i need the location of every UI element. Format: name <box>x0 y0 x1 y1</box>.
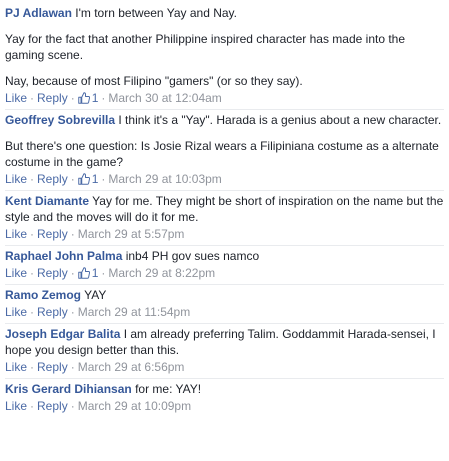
like-count: 1 <box>91 266 99 280</box>
thumbs-up-icon <box>77 173 90 185</box>
separator: · <box>70 91 75 105</box>
comment-timestamp[interactable]: March 29 at 8:22pm <box>108 266 215 280</box>
reply-button[interactable]: Reply <box>37 266 68 280</box>
comment-timestamp[interactable]: March 29 at 10:03pm <box>108 172 221 186</box>
like-count: 1 <box>91 91 99 105</box>
comment-timestamp[interactable]: March 29 at 10:09pm <box>78 399 191 413</box>
comment-timestamp[interactable]: March 29 at 5:57pm <box>78 227 185 241</box>
comment-author[interactable]: Kris Gerard Dihiansan <box>5 382 132 396</box>
comment: Ramo Zemog YAY Like · Reply · March 29 at 11… <box>5 285 444 324</box>
comment: Kris Gerard Dihiansan for me: YAY! Like ·… <box>5 379 444 417</box>
reply-button[interactable]: Reply <box>37 399 68 413</box>
like-count-link[interactable]: 1 <box>77 91 99 105</box>
comment-author[interactable]: Geoffrey Sobrevilla <box>5 113 115 127</box>
comment-text: Yay for the fact that another Philippine… <box>5 32 406 62</box>
like-count-link[interactable]: 1 <box>77 172 99 186</box>
comment-body: Ramo Zemog YAY <box>5 287 444 303</box>
comment-author[interactable]: PJ Adlawan <box>5 6 72 20</box>
comment-author[interactable]: Joseph Edgar Balita <box>5 327 120 341</box>
thumbs-up-icon <box>77 267 90 279</box>
like-button[interactable]: Like <box>5 227 27 241</box>
reply-button[interactable]: Reply <box>37 360 68 374</box>
comment: Kent Diamante Yay for me. They might be … <box>5 191 444 246</box>
like-button[interactable]: Like <box>5 266 27 280</box>
like-count-link[interactable]: 1 <box>77 266 99 280</box>
like-count: 1 <box>91 172 99 186</box>
comment-actions: Like · Reply · March 29 at 10:09pm <box>5 398 444 414</box>
comment-author[interactable]: Ramo Zemog <box>5 288 81 302</box>
reply-button[interactable]: Reply <box>37 91 68 105</box>
separator: · <box>30 360 35 374</box>
comment-timestamp[interactable]: March 29 at 11:54pm <box>78 305 191 319</box>
comment-author[interactable]: Raphael John Palma <box>5 249 122 263</box>
separator: · <box>30 227 35 241</box>
comment-body: Geoffrey Sobrevilla I think it's a "Yay"… <box>5 112 444 128</box>
like-button[interactable]: Like <box>5 91 27 105</box>
comment-actions: Like · Reply · March 29 at 11:54pm <box>5 304 444 320</box>
comment-body: PJ Adlawan I'm torn between Yay and Nay. <box>5 5 444 21</box>
like-button[interactable]: Like <box>5 305 27 319</box>
reply-button[interactable]: Reply <box>37 227 68 241</box>
comment-timestamp[interactable]: March 30 at 12:04am <box>108 91 221 105</box>
comment-text: But there's one question: Is Josie Rizal… <box>5 139 439 169</box>
thumbs-up-icon <box>77 92 90 104</box>
comment-text: YAY <box>84 288 107 302</box>
separator: · <box>101 266 106 280</box>
separator: · <box>30 305 35 319</box>
comment-list: PJ Adlawan I'm torn between Yay and Nay.… <box>0 0 449 417</box>
separator: · <box>70 399 75 413</box>
separator: · <box>30 266 35 280</box>
comment: Raphael John Palma inb4 PH gov sues namc… <box>5 246 444 285</box>
comment-body: Raphael John Palma inb4 PH gov sues namc… <box>5 248 444 264</box>
separator: · <box>30 399 35 413</box>
like-button[interactable]: Like <box>5 360 27 374</box>
comment-actions: Like · Reply · March 29 at 6:56pm <box>5 359 444 375</box>
comment-actions: Like · Reply · 1 · March 30 at 12:04am <box>5 90 444 106</box>
comment: Joseph Edgar Balita I am already preferr… <box>5 324 444 379</box>
comment-body: Joseph Edgar Balita I am already preferr… <box>5 326 444 358</box>
comment-actions: Like · Reply · 1 · March 29 at 10:03pm <box>5 171 444 187</box>
comment: PJ Adlawan I'm torn between Yay and Nay.… <box>5 3 444 110</box>
comment-author[interactable]: Kent Diamante <box>5 194 89 208</box>
like-button[interactable]: Like <box>5 399 27 413</box>
comment-text: for me: YAY! <box>135 382 202 396</box>
like-button[interactable]: Like <box>5 172 27 186</box>
comment-text: Nay, because of most Filipino "gamers" (… <box>5 74 303 88</box>
reply-button[interactable]: Reply <box>37 305 68 319</box>
separator: · <box>70 172 75 186</box>
separator: · <box>101 172 106 186</box>
separator: · <box>70 266 75 280</box>
separator: · <box>70 305 75 319</box>
separator: · <box>30 91 35 105</box>
comment-text: I'm torn between Yay and Nay. <box>75 6 237 20</box>
comment-body: Kent Diamante Yay for me. They might be … <box>5 193 444 225</box>
comment-timestamp[interactable]: March 29 at 6:56pm <box>78 360 185 374</box>
comment-text: inb4 PH gov sues namco <box>125 249 260 263</box>
reply-button[interactable]: Reply <box>37 172 68 186</box>
comment: Geoffrey Sobrevilla I think it's a "Yay"… <box>5 110 444 191</box>
separator: · <box>70 227 75 241</box>
separator: · <box>30 172 35 186</box>
comment-text: I think it's a "Yay". Harada is a genius… <box>118 113 442 127</box>
comment-body: Kris Gerard Dihiansan for me: YAY! <box>5 381 444 397</box>
separator: · <box>70 360 75 374</box>
comment-actions: Like · Reply · 1 · March 29 at 8:22pm <box>5 265 444 281</box>
separator: · <box>101 91 106 105</box>
comment-actions: Like · Reply · March 29 at 5:57pm <box>5 226 444 242</box>
